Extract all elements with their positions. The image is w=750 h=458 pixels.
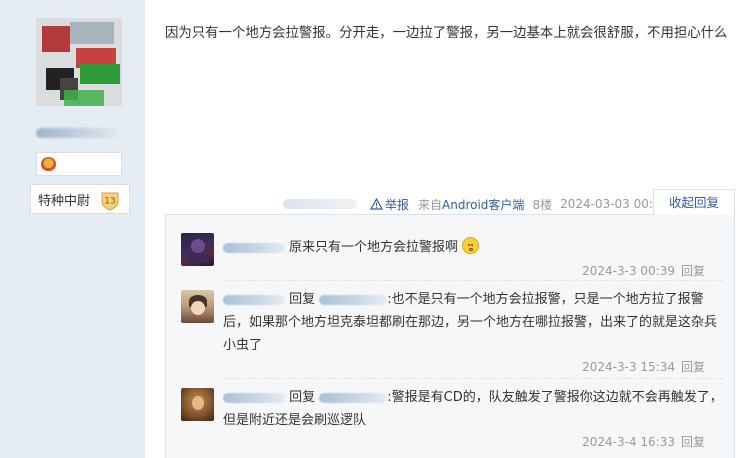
- reply-button[interactable]: 回复: [681, 435, 705, 449]
- reply-username-blurred[interactable]: [223, 294, 285, 305]
- post-datetime: 2024-03-03 00:37: [560, 197, 669, 211]
- post-meta: 举报 来自Android客户端 8楼 2024-03-03 00:37: [283, 196, 668, 212]
- floor-number: 8楼: [532, 197, 553, 212]
- reply-time: 2024-3-3 00:39: [582, 264, 675, 278]
- warning-icon: [370, 198, 383, 210]
- user-avatar[interactable]: [36, 18, 122, 106]
- meta-blurred: [283, 199, 357, 209]
- report-label: 举报: [385, 197, 410, 212]
- medal-icon[interactable]: [41, 157, 56, 171]
- reply-avatar[interactable]: [181, 233, 214, 266]
- post-source: 来自Android客户端: [418, 196, 524, 213]
- reply-word: 回复: [289, 292, 316, 307]
- username-blurred[interactable]: [36, 128, 118, 138]
- collapse-replies-button[interactable]: 收起回复: [653, 189, 735, 215]
- reply-text: 原来只有一个地方会拉警报啊: [289, 240, 459, 255]
- reply-avatar[interactable]: [181, 388, 214, 421]
- confused-emoji-icon: [462, 237, 480, 254]
- reply-button[interactable]: 回复: [681, 360, 705, 374]
- reply-target-username-blurred[interactable]: [319, 392, 388, 403]
- reply-target-username-blurred[interactable]: [319, 294, 388, 305]
- rank-title: 特种中尉: [38, 193, 91, 209]
- reply-divider: [223, 280, 723, 281]
- medal-box: [36, 152, 122, 176]
- reply-username-blurred[interactable]: [223, 242, 285, 253]
- user-sidebar: 特种中尉 13: [0, 0, 145, 458]
- rank-box: 特种中尉 13: [30, 184, 130, 214]
- source-prefix: 来自: [418, 197, 443, 212]
- reply-word: 回复: [289, 390, 316, 405]
- rank-level: 13: [104, 197, 115, 207]
- reply-avatar[interactable]: [181, 290, 214, 323]
- reply-divider: [223, 378, 723, 379]
- reply-footer: 2024-3-3 15:34 回复: [582, 358, 705, 375]
- rank-badge-icon: 13: [101, 192, 119, 211]
- post-content: 因为只有一个地方会拉警报。分开走，一边拉了警报，另一边基本上就会很舒服，不用担心…: [165, 26, 728, 41]
- reply-footer: 2024-3-3 00:39 回复: [582, 262, 705, 279]
- reply-footer: 2024-3-4 16:33 回复: [582, 433, 705, 450]
- source-client-link[interactable]: Android客户端: [442, 198, 524, 212]
- reply-button[interactable]: 回复: [681, 264, 705, 278]
- reply-time: 2024-3-4 16:33: [582, 435, 675, 449]
- reply-username-blurred[interactable]: [223, 392, 285, 403]
- report-button[interactable]: 举报: [370, 196, 409, 213]
- reply-time: 2024-3-3 15:34: [582, 360, 675, 374]
